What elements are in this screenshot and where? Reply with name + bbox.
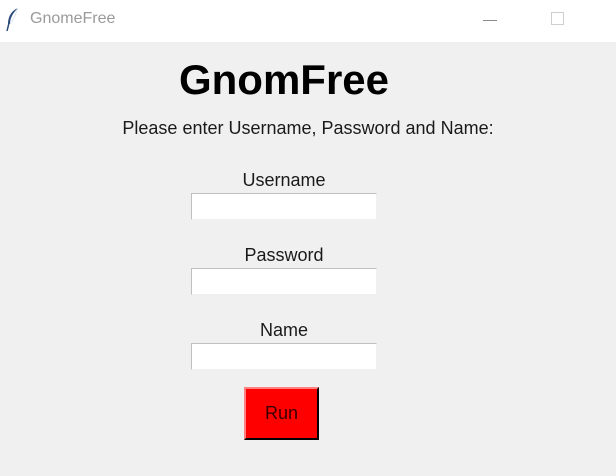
username-input[interactable]: [191, 193, 377, 220]
instructions-text: Please enter Username, Password and Name…: [122, 118, 494, 138]
username-label: Username: [242, 170, 326, 190]
name-label: Name: [259, 320, 308, 340]
title-bar[interactable]: GnomeFree: [0, 0, 616, 42]
minimize-icon: [483, 20, 497, 21]
password-label: Password: [244, 245, 324, 265]
page-title: GnomFree: [178, 56, 390, 103]
run-button[interactable]: Run: [244, 387, 319, 440]
minimize-button[interactable]: [466, 0, 512, 42]
maximize-icon: [551, 12, 564, 25]
window-title: GnomeFree: [30, 10, 116, 27]
password-input[interactable]: [191, 268, 377, 295]
app-window: GnomeFree GnomFree Please enter Username…: [0, 0, 616, 476]
feather-icon: [5, 7, 21, 33]
maximize-button[interactable]: [535, 0, 581, 42]
name-input[interactable]: [191, 343, 377, 370]
